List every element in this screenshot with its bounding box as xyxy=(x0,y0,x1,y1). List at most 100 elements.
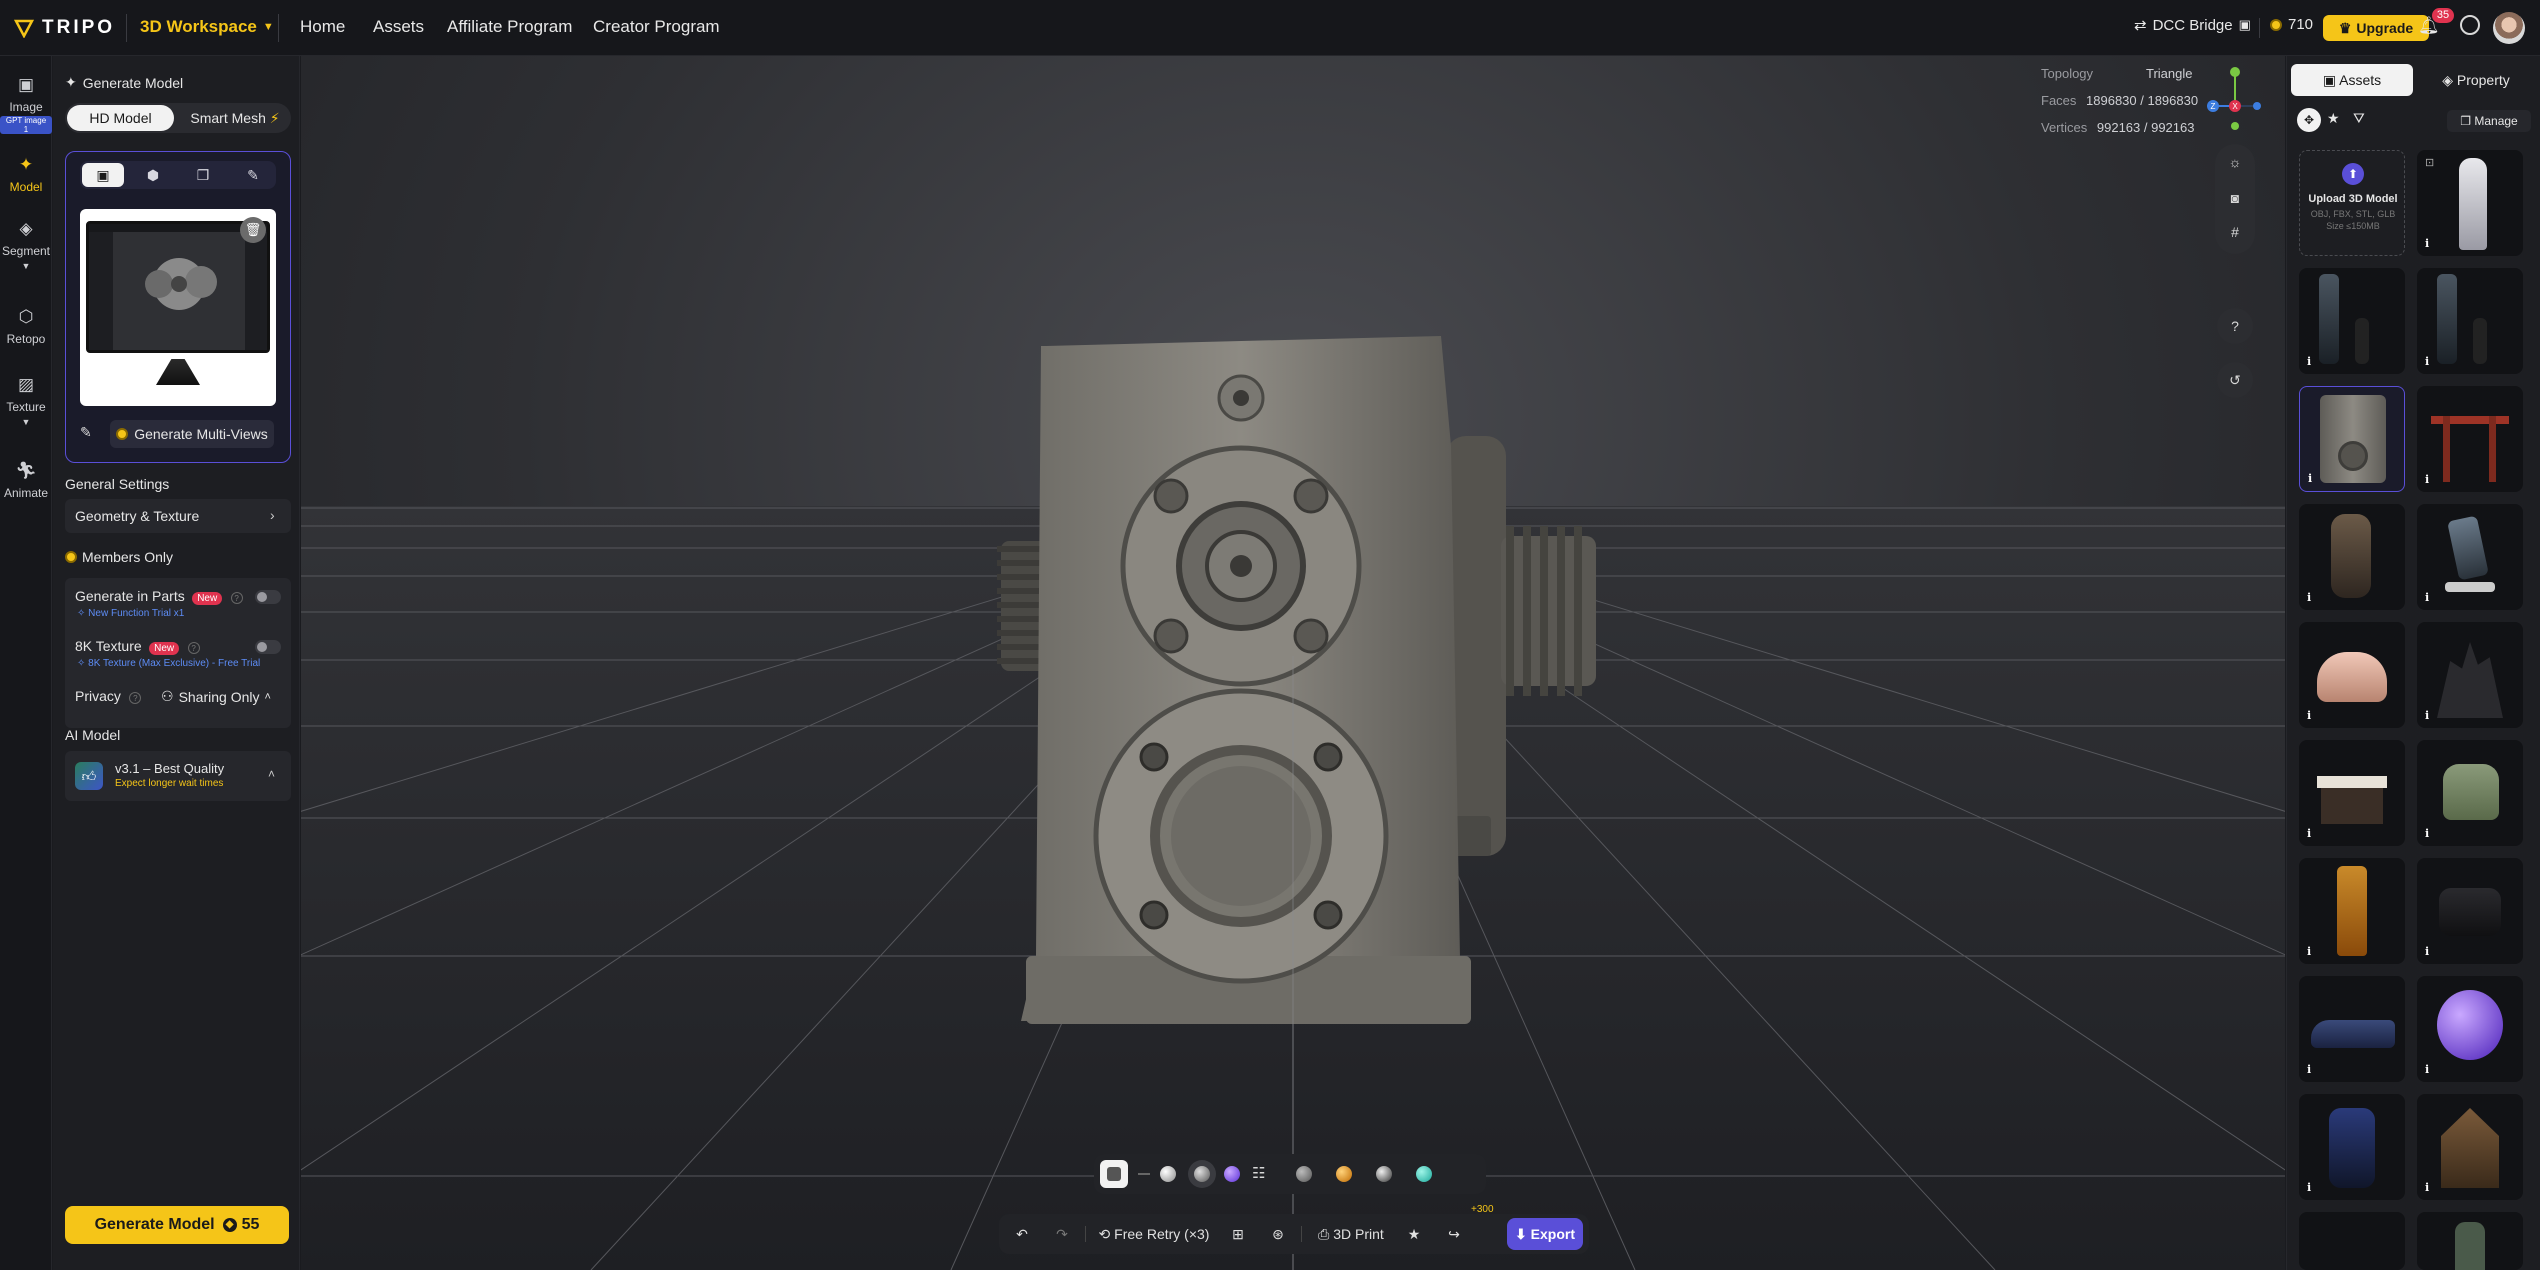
asset-thumbnail[interactable]: ⊡ i xyxy=(2417,150,2523,256)
info-icon[interactable]: i xyxy=(2425,237,2429,250)
help-icon[interactable]: ? xyxy=(230,592,243,604)
camera-icon[interactable]: ◙ xyxy=(2225,190,2245,210)
rail-item-texture[interactable]: ▨ Texture ▼ xyxy=(0,374,52,428)
info-icon[interactable]: i xyxy=(2307,591,2311,604)
asset-thumbnail[interactable]: i xyxy=(2417,268,2523,374)
3d-print-button[interactable]: ⎙ 3D Print xyxy=(1311,1214,1391,1254)
info-icon[interactable]: i xyxy=(2425,945,2429,958)
avatar[interactable] xyxy=(2493,12,2525,44)
workspace-dropdown[interactable]: 3D Workspace ▼ xyxy=(140,17,274,37)
info-icon[interactable]: i xyxy=(2425,827,2429,840)
generate-model-button[interactable]: Generate Model ◆ 55 xyxy=(65,1206,289,1244)
upgrade-button[interactable]: ♛ Upgrade xyxy=(2323,15,2429,41)
info-icon[interactable]: i xyxy=(2425,709,2429,722)
asset-thumbnail[interactable]: i xyxy=(2417,976,2523,1082)
info-icon[interactable]: i xyxy=(2307,945,2311,958)
chrome-material-icon[interactable] xyxy=(1376,1166,1392,1182)
asset-thumbnail[interactable]: i xyxy=(2417,740,2523,846)
info-icon[interactable]: i xyxy=(2307,355,2311,368)
manage-button[interactable]: ❐ Manage xyxy=(2447,110,2531,132)
generate-in-parts-toggle[interactable] xyxy=(255,590,281,604)
ai-model-select[interactable]: 👍︎ v3.1 – Best Quality Expect longer wai… xyxy=(65,751,291,801)
nav-affiliate-program[interactable]: Affiliate Program xyxy=(447,17,572,37)
export-button[interactable]: ⬇ Export xyxy=(1507,1218,1583,1250)
globe-icon[interactable] xyxy=(2460,15,2480,35)
asset-thumbnail[interactable] xyxy=(2417,1212,2523,1270)
help-icon[interactable]: ? xyxy=(129,692,142,704)
asset-thumbnail[interactable]: i xyxy=(2299,622,2405,728)
teal-material-icon[interactable] xyxy=(1416,1166,1432,1182)
asset-thumbnail[interactable]: i xyxy=(2299,858,2405,964)
asset-thumbnail[interactable]: i xyxy=(2417,622,2523,728)
upload-3d-model[interactable]: ⬆ Upload 3D Model OBJ, FBX, STL, GLB Siz… xyxy=(2299,150,2405,256)
refine-icon[interactable]: ⊛ xyxy=(1263,1214,1293,1254)
filter-icon[interactable]: ⛛ xyxy=(2353,110,2365,127)
history-icon[interactable]: ↺ xyxy=(2217,362,2253,398)
free-retry-button[interactable]: ⟲ Free Retry (×3) xyxy=(1095,1214,1213,1254)
grid-view-icon[interactable]: ✥ xyxy=(2297,108,2321,132)
clay-material-icon[interactable] xyxy=(1160,1166,1176,1182)
geometry-texture-row[interactable]: Geometry & Texture › xyxy=(65,499,291,533)
info-icon[interactable]: i xyxy=(2308,472,2312,485)
info-icon[interactable]: i xyxy=(2307,1063,2311,1076)
asset-thumbnail[interactable]: i xyxy=(2299,976,2405,1082)
pencil-icon[interactable]: ✎ xyxy=(232,163,274,187)
axis-gizmo[interactable]: Z X xyxy=(2205,66,2265,132)
asset-thumbnail[interactable]: i xyxy=(2299,268,2405,374)
rail-item-segment[interactable]: ◈ Segment ▼ xyxy=(0,218,52,272)
rail-item-image[interactable]: ▣ Image GPT image 1 xyxy=(0,74,52,135)
info-icon[interactable]: i xyxy=(2425,355,2429,368)
info-icon[interactable]: i xyxy=(2307,1181,2311,1194)
privacy-select[interactable]: ⚇ Sharing Only ˄ xyxy=(161,688,271,705)
asset-thumbnail[interactable]: i xyxy=(2417,1094,2523,1200)
rail-item-retopo[interactable]: ⬡ Retopo xyxy=(0,306,52,346)
uploaded-image[interactable]: 🗑︎ xyxy=(80,209,276,406)
asset-thumbnail-selected[interactable]: i xyxy=(2299,386,2405,492)
info-icon[interactable]: i xyxy=(2425,1063,2429,1076)
grid-icon[interactable]: # xyxy=(2225,224,2245,244)
info-icon[interactable]: i xyxy=(2307,709,2311,722)
tab-property[interactable]: ◈ Property xyxy=(2415,64,2537,96)
logo[interactable]: TRIPO xyxy=(14,14,115,42)
asset-thumbnail[interactable]: i xyxy=(2417,504,2523,610)
share-icon[interactable]: ↪ xyxy=(1439,1214,1469,1254)
mesh-view-icon[interactable] xyxy=(1100,1160,1128,1188)
texture-8k-toggle[interactable] xyxy=(255,640,281,654)
stack-image-icon[interactable]: ❐ xyxy=(182,163,224,187)
credits-display[interactable]: 710 xyxy=(2270,16,2313,33)
star-icon[interactable]: ★ xyxy=(1399,1214,1429,1254)
textured-view-icon[interactable] xyxy=(1188,1160,1216,1188)
multi-image-icon[interactable]: ⬢ xyxy=(132,163,174,187)
dcc-bridge-button[interactable]: ⇄ DCC Bridge ▣ xyxy=(2134,16,2251,35)
asset-thumbnail[interactable]: i xyxy=(2417,858,2523,964)
star-icon[interactable]: ★ xyxy=(2327,110,2340,127)
gold-material-icon[interactable] xyxy=(1336,1166,1352,1182)
tab-assets[interactable]: ▣ Assets xyxy=(2291,64,2413,96)
single-image-icon[interactable]: ▣ xyxy=(82,163,124,187)
asset-thumbnail[interactable]: i xyxy=(2299,504,2405,610)
3d-viewport[interactable]: Topology Triangle Faces 1896830 / 189683… xyxy=(301,56,2285,1270)
asset-thumbnail[interactable] xyxy=(2299,1212,2405,1270)
nav-assets[interactable]: Assets xyxy=(373,17,424,37)
help-icon[interactable]: ? xyxy=(187,642,200,654)
help-icon[interactable]: ? xyxy=(2217,308,2253,344)
magic-wand-icon[interactable]: ✎ xyxy=(80,424,102,444)
nav-creator-program[interactable]: Creator Program xyxy=(593,17,720,37)
info-icon[interactable]: i xyxy=(2425,1181,2429,1194)
gift-icon[interactable]: ⊞ xyxy=(1223,1214,1253,1254)
pbr-material-icon[interactable] xyxy=(1224,1166,1240,1182)
nav-home[interactable]: Home xyxy=(300,17,345,37)
info-icon[interactable]: i xyxy=(2307,827,2311,840)
smart-mesh-tab[interactable]: Smart Mesh ⚡︎ xyxy=(181,105,289,131)
grey-material-icon[interactable] xyxy=(1296,1166,1312,1182)
trash-icon[interactable]: 🗑︎ xyxy=(240,217,266,243)
generate-multiviews-button[interactable]: Generate Multi-Views xyxy=(110,420,274,448)
asset-thumbnail[interactable]: i xyxy=(2299,740,2405,846)
redo-icon[interactable]: ↷ xyxy=(1047,1214,1077,1254)
info-icon[interactable]: i xyxy=(2425,473,2429,486)
hd-model-tab[interactable]: HD Model xyxy=(67,105,174,131)
asset-thumbnail[interactable]: i xyxy=(2299,1094,2405,1200)
asset-thumbnail[interactable]: i xyxy=(2417,386,2523,492)
light-icon[interactable]: ☼ xyxy=(2225,154,2245,174)
sliders-icon[interactable]: ☷ xyxy=(1252,1164,1265,1182)
